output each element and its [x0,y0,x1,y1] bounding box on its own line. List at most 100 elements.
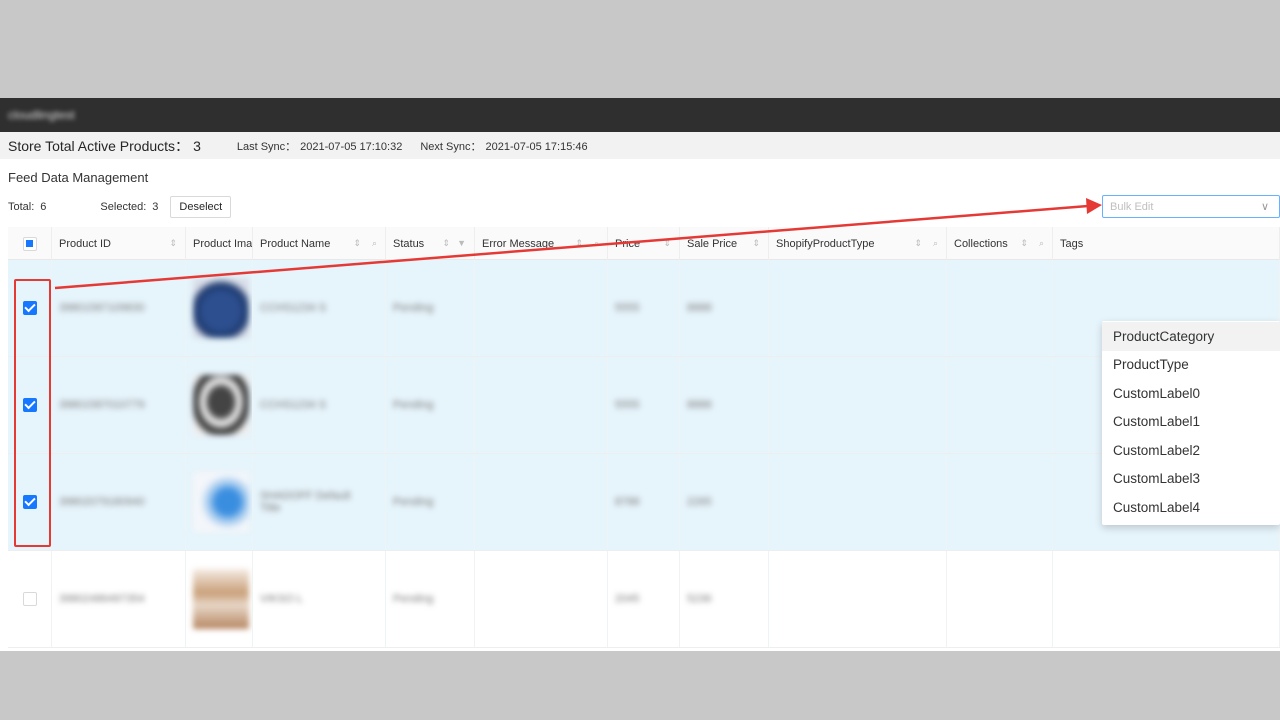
product-name: CCHS1234 S [260,399,327,411]
column-label: Status [393,237,425,250]
search-icon[interactable]: ⌕ [372,238,377,249]
status-cell: Pending [386,357,475,453]
column-status[interactable]: Status ⇕ ▼ [386,227,475,260]
table-row[interactable]: 39802079180940 SHADOFF Default Title Pen… [8,454,1280,551]
column-product-image: Product Ima [186,227,253,260]
product-id: 39802486497354 [59,593,145,605]
price-cell: 8788 [608,454,680,550]
price-cell: 5555 [608,260,680,356]
sale-price-value: 8888 [687,399,712,411]
last-sync-value: 2021-07-05 17:10:32 [300,140,403,153]
status-cell: Pending [386,260,475,356]
product-type-cell [769,260,947,356]
sort-icon[interactable]: ⇕ [169,238,177,249]
search-icon[interactable]: ⌕ [1039,238,1044,249]
product-id: 39802079180940 [59,496,145,508]
product-id: 39801587010779 [59,399,145,411]
row-checkbox[interactable] [22,592,37,606]
app-title: cloudlingtest [8,108,75,122]
selection-summary: Total: 6 Selected: 3 Deselect [8,196,1278,218]
table-row[interactable]: 39802486497354 VIKSO L Pending 2045 5236 [8,551,1280,648]
app-window: cloudlingtest Store Total Active Product… [0,98,1280,651]
product-name: SHADOFF Default Title [260,490,351,514]
column-collections[interactable]: Collections ⇕ ⌕ [947,227,1053,260]
deselect-button[interactable]: Deselect [170,196,232,218]
product-name-cell: CCHS1234 S [253,260,386,356]
search-icon[interactable]: ⌕ [594,238,599,249]
price-value: 5555 [615,302,640,314]
sale-price-cell: 2265 [680,454,769,550]
chevron-down-icon: ∨ [1260,201,1269,213]
column-label: Product Name [260,237,331,250]
collections-cell [947,357,1053,453]
table-row[interactable]: 39801587109830 CCHS1234 S Pending 5555 8… [8,260,1280,357]
last-sync-label: Last Sync： [236,140,297,153]
store-total-products: Store Total Active Products： 3 [8,136,201,156]
sort-icon[interactable]: ⇕ [1020,238,1028,249]
sort-icon[interactable]: ⇕ [442,238,450,249]
product-id-cell: 39801587010779 [52,357,186,453]
product-image-cell [186,551,253,647]
price-cell: 2045 [608,551,680,647]
status-value: Pending [393,399,434,411]
price-cell: 5555 [608,357,680,453]
total-value: 6 [40,201,47,213]
bulk-edit-option[interactable]: CustomLabel3 [1102,465,1280,494]
product-name: CCHS1234 S [260,302,327,314]
product-image-cell [186,357,253,453]
bulk-edit-option[interactable]: CustomLabel4 [1102,493,1280,522]
table-header: Product ID ⇕ Product Ima Product Name ⇕ … [8,227,1280,260]
store-total-label: Store Total Active Products： [8,137,190,154]
column-price[interactable]: Price ⇕ [608,227,680,260]
column-sale-price[interactable]: Sale Price ⇕ [680,227,769,260]
table-body: 39801587109830 CCHS1234 S Pending 5555 8… [8,260,1280,648]
status-value: Pending [393,496,434,508]
column-label: Error Message [482,237,555,250]
column-label: Collections [954,237,1008,250]
bulk-edit-option[interactable]: ProductType [1102,351,1280,380]
next-sync: Next Sync： 2021-07-05 17:15:46 [420,138,587,154]
bulk-edit-option[interactable]: CustomLabel1 [1102,408,1280,437]
product-name-cell: SHADOFF Default Title [253,454,386,550]
sort-icon[interactable]: ⇕ [663,238,671,249]
column-shopify-product-type[interactable]: ShopifyProductType ⇕ ⌕ [769,227,947,260]
search-icon[interactable]: ⌕ [933,238,938,249]
bulk-edit-placeholder: Bulk Edit [1110,200,1154,213]
filter-icon[interactable]: ▼ [457,238,466,248]
column-label: Product Ima [193,237,253,250]
selected-label: Selected: [100,201,147,213]
price-value: 8788 [615,496,640,508]
sale-price-cell: 5236 [680,551,769,647]
sort-icon[interactable]: ⇕ [353,238,361,249]
bulk-edit-option[interactable]: ProductCategory [1102,322,1280,351]
top-bar: cloudlingtest [0,98,1280,132]
row-checkbox-cell [8,551,52,647]
status-cell: Pending [386,454,475,550]
product-id-cell: 39801587109830 [52,260,186,356]
bulk-edit-option[interactable]: CustomLabel2 [1102,436,1280,465]
bulk-edit-select[interactable]: Bulk Edit ∨ [1102,195,1280,218]
table-row[interactable]: 39801587010779 CCHS1234 S Pending 5555 8… [8,357,1280,454]
next-sync-value: 2021-07-05 17:15:46 [485,140,588,153]
sale-price-value: 8888 [687,302,712,314]
product-table: Product ID ⇕ Product Ima Product Name ⇕ … [8,227,1280,648]
column-product-name[interactable]: Product Name ⇕ ⌕ [253,227,386,260]
product-image-cell [186,454,253,550]
product-id-cell: 39802486497354 [52,551,186,647]
product-id: 39801587109830 [59,302,145,314]
last-sync: Last Sync： 2021-07-05 17:10:32 [237,138,402,154]
column-error-message[interactable]: Error Message ⇕ ⌕ [475,227,608,260]
select-all-checkbox[interactable] [22,236,37,251]
tags-cell [1053,551,1280,647]
sort-icon[interactable]: ⇕ [914,238,922,249]
column-tags[interactable]: Tags [1053,227,1280,260]
bulk-edit-option[interactable]: CustomLabel0 [1102,379,1280,408]
next-sync-label: Next Sync： [420,140,482,153]
product-thumbnail [193,375,249,435]
column-product-id[interactable]: Product ID ⇕ [52,227,186,260]
status-cell: Pending [386,551,475,647]
sort-icon[interactable]: ⇕ [752,238,760,249]
error-message-cell [475,454,608,550]
sort-icon[interactable]: ⇕ [575,238,583,249]
sync-bar: Store Total Active Products： 3 Last Sync：… [0,132,1280,159]
